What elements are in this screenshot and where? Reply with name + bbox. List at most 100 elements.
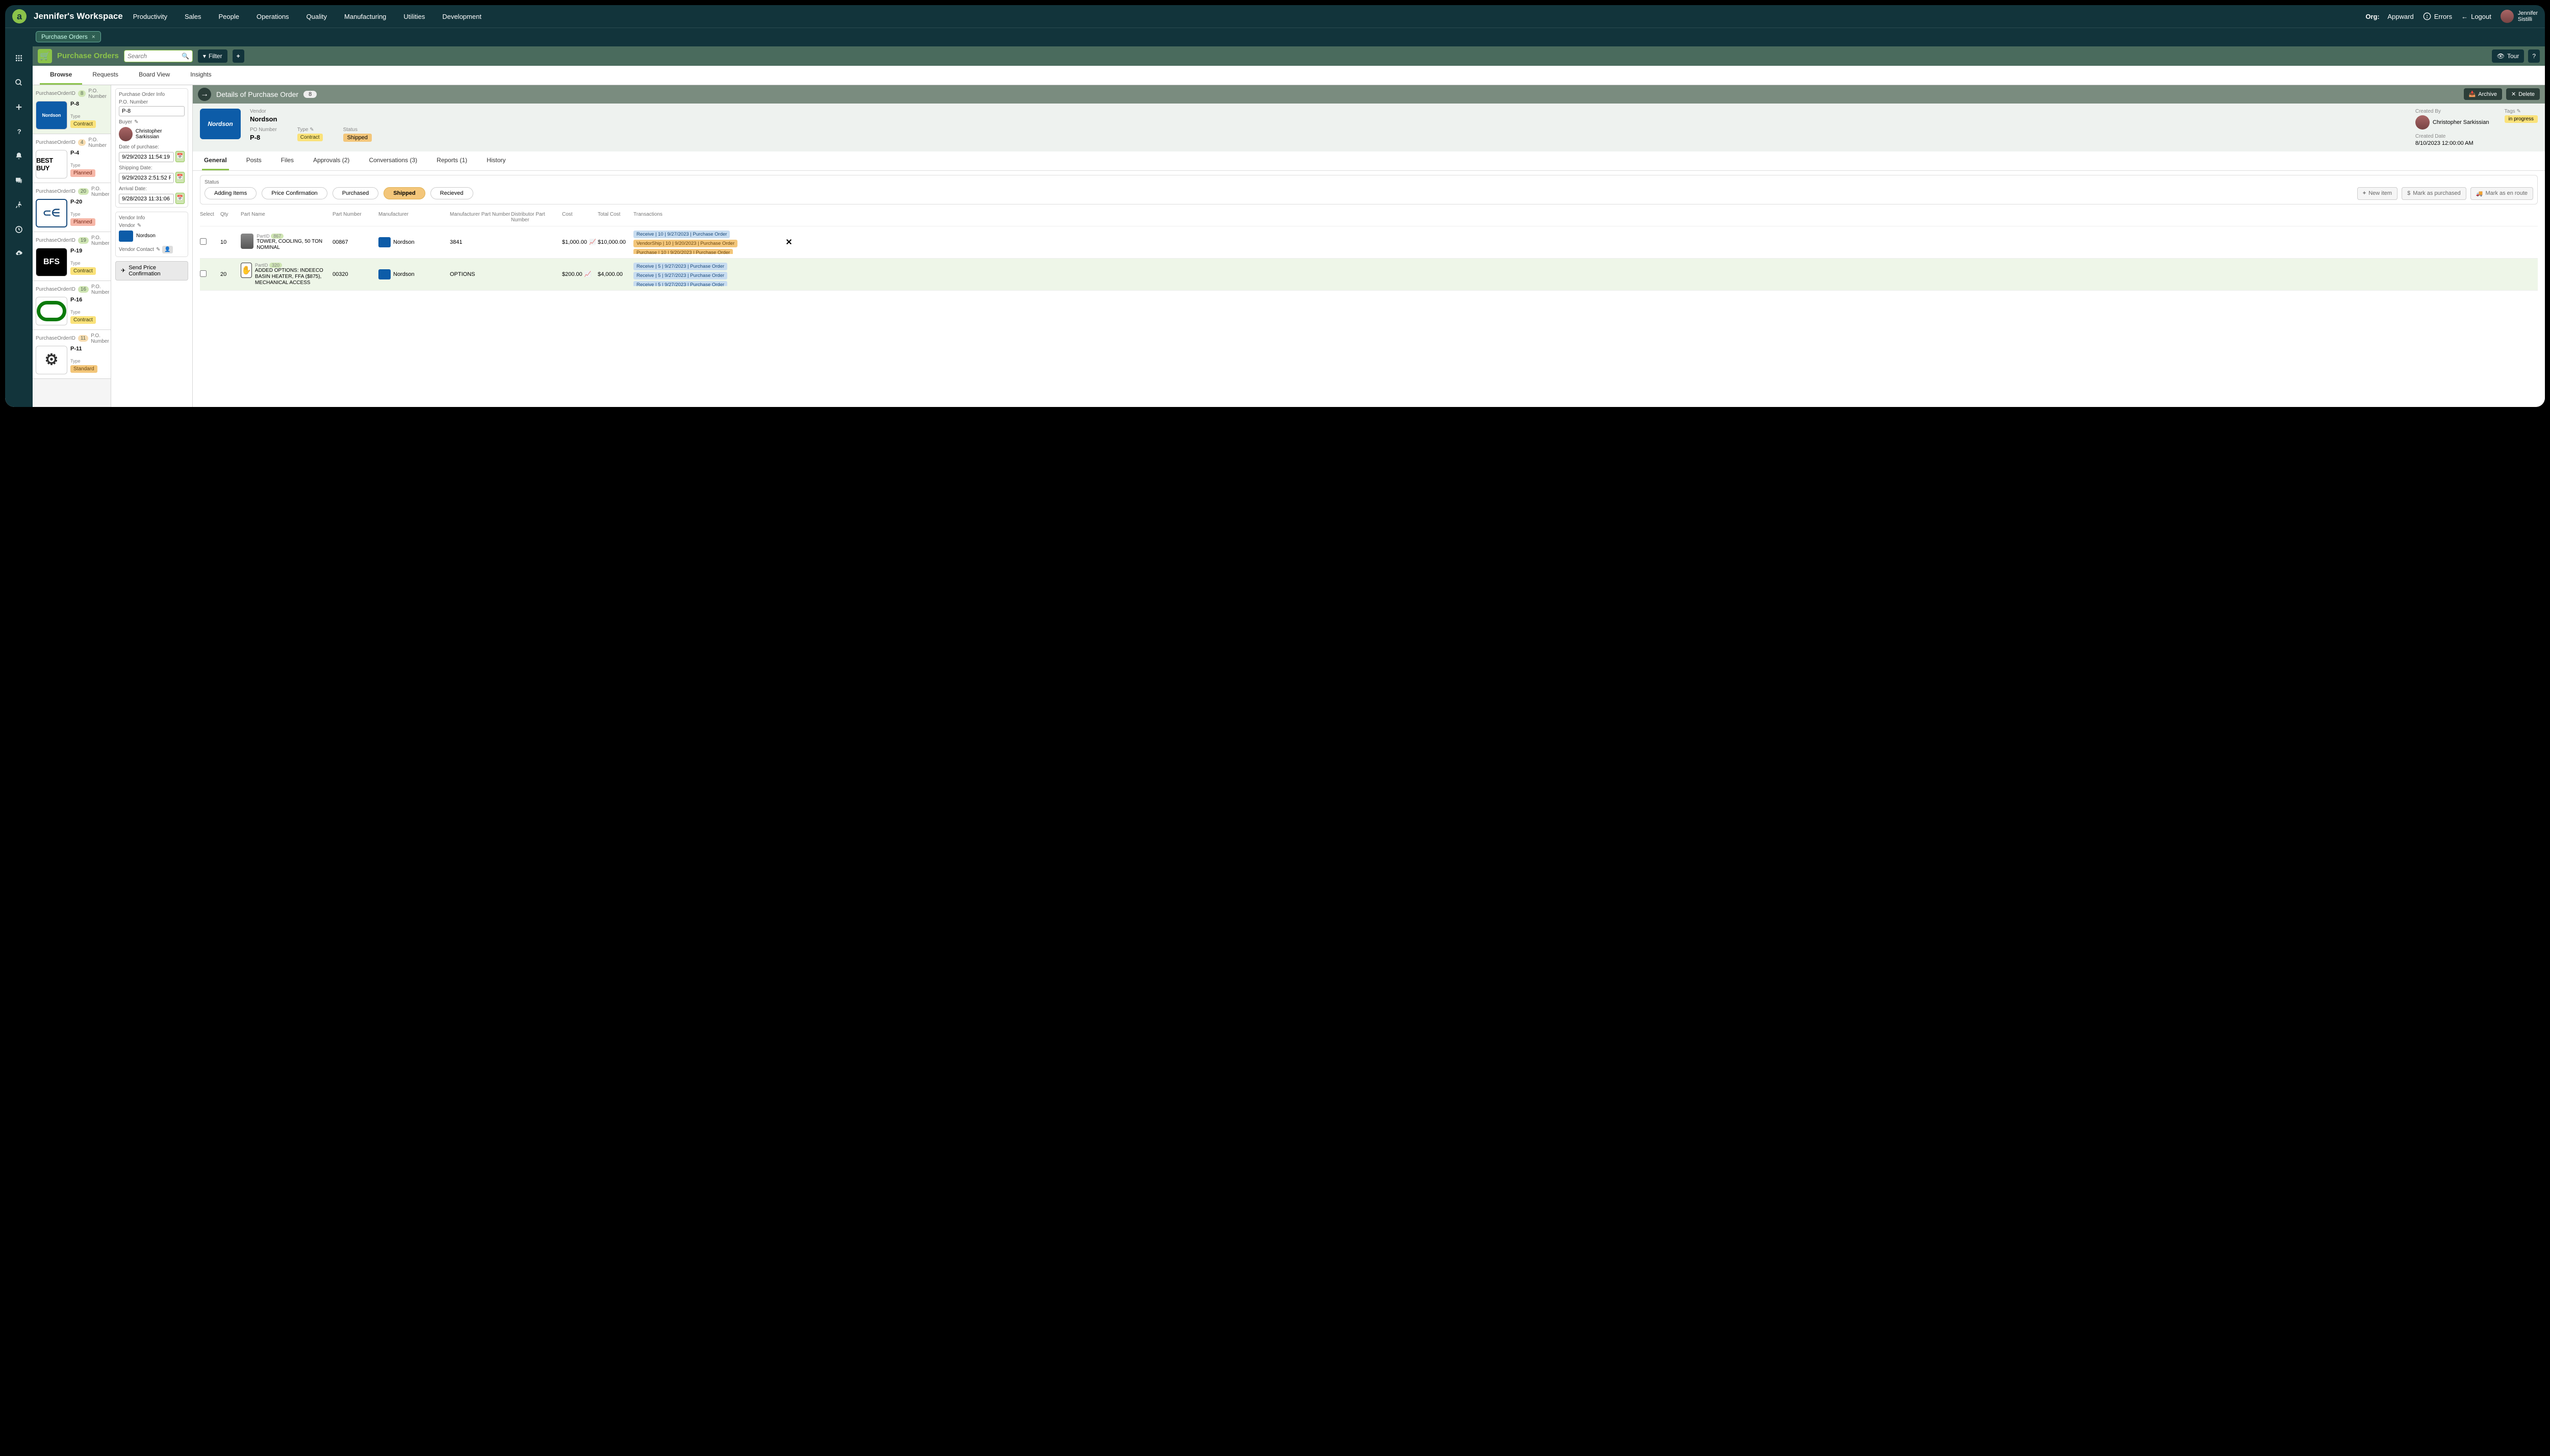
nav-manufacturing[interactable]: Manufacturing <box>344 13 386 20</box>
errors-link[interactable]: Errors <box>2423 12 2452 20</box>
buyer-avatar <box>119 127 133 141</box>
back-arrow-icon: ← <box>2461 13 2468 20</box>
filter-button[interactable]: ▾Filter <box>198 49 227 63</box>
edit-icon[interactable]: ✎ <box>137 223 141 228</box>
mark-purchased-button[interactable]: $ Mark as purchased <box>2402 187 2466 200</box>
po-list[interactable]: PurchaseOrderID8P.O. Number Nordson P-8T… <box>33 85 111 407</box>
po-card[interactable]: PurchaseOrderID8P.O. Number Nordson P-8T… <box>33 85 111 134</box>
search-box[interactable]: 🔍 <box>124 50 193 62</box>
open-tab-purchase-orders[interactable]: Purchase Orders × <box>36 31 101 42</box>
tour-button[interactable]: 👁Tour <box>2492 49 2524 63</box>
edit-icon[interactable]: ✎ <box>134 119 138 125</box>
archive-label: Archive <box>2478 91 2497 97</box>
calendar-icon[interactable]: 📅 <box>175 151 185 162</box>
search-icon[interactable] <box>13 77 24 88</box>
vendor-thumb: ⊂∈ <box>36 199 67 227</box>
select-checkbox[interactable] <box>200 270 207 277</box>
cart-icon[interactable]: 🛒 <box>38 49 52 63</box>
cost-cell: $200.00 📈 <box>562 271 598 277</box>
logout-link[interactable]: ←Logout <box>2461 13 2491 20</box>
view-tab-browse[interactable]: Browse <box>40 66 82 85</box>
search-go-icon[interactable]: 🔍 <box>182 53 189 60</box>
created-by-name: Christopher Sarkissian <box>2433 119 2489 125</box>
collapse-icon[interactable]: → <box>198 88 211 101</box>
status-pill[interactable]: Price Confirmation <box>262 187 327 199</box>
tx-pill[interactable]: Receive | 5 | 9/27/2023 | Purchase Order <box>633 281 727 286</box>
delete-button[interactable]: ✕Delete <box>2506 88 2540 100</box>
status-pill[interactable]: Recieved <box>430 187 473 199</box>
view-tab-board-view[interactable]: Board View <box>129 66 180 85</box>
apps-icon[interactable] <box>13 53 24 64</box>
close-tab-icon[interactable]: × <box>92 33 95 40</box>
chat-icon[interactable] <box>13 175 24 186</box>
nav-utilities[interactable]: Utilities <box>403 13 425 20</box>
arr-input[interactable] <box>119 194 174 204</box>
edit-icon[interactable]: ✎ <box>2516 109 2520 114</box>
created-date-label: Created Date <box>2415 134 2489 139</box>
run-icon[interactable] <box>13 199 24 211</box>
new-item-button[interactable]: + New item <box>2357 187 2398 200</box>
nav-development[interactable]: Development <box>442 13 481 20</box>
nav-operations[interactable]: Operations <box>257 13 289 20</box>
po-card[interactable]: PurchaseOrderID4P.O. Number BEST BUY P-4… <box>33 134 111 183</box>
detail-tab[interactable]: Files <box>279 151 296 170</box>
help-icon[interactable]: ? <box>13 126 24 137</box>
nav-people[interactable]: People <box>218 13 239 20</box>
vendor-thumb: BFS <box>36 248 67 276</box>
nav-quality[interactable]: Quality <box>307 13 327 20</box>
po-card[interactable]: PurchaseOrderID19P.O. Number BFS P-19Typ… <box>33 232 111 281</box>
dop-input[interactable] <box>119 152 174 162</box>
chart-icon[interactable]: 📈 <box>584 271 592 277</box>
detail-tab[interactable]: General <box>202 151 229 170</box>
table-row[interactable]: 20 ✋PartID 320ADDED OPTIONS: INDEECO BAS… <box>200 259 2538 291</box>
detail-tab[interactable]: Conversations (3) <box>367 151 419 170</box>
user-menu[interactable]: JenniferSistilli <box>2501 10 2538 23</box>
tx-pill[interactable]: Receive | 10 | 9/27/2023 | Purchase Orde… <box>633 231 730 238</box>
mark-enroute-button[interactable]: 🚚 Mark as en route <box>2470 187 2533 200</box>
ship-input[interactable] <box>119 173 174 183</box>
po-card[interactable]: PurchaseOrderID11P.O. Number ⚙ P-11TypeS… <box>33 330 111 379</box>
bell-icon[interactable] <box>13 150 24 162</box>
send-price-confirmation-button[interactable]: ✈Send Price Confirmation <box>115 261 188 280</box>
detail-tab[interactable]: History <box>484 151 507 170</box>
remove-row-icon[interactable]: ✕ <box>781 237 797 247</box>
calendar-icon[interactable]: 📅 <box>175 172 185 183</box>
po-card[interactable]: PurchaseOrderID16P.O. Number P-16TypeCon… <box>33 281 111 330</box>
clock-icon[interactable] <box>13 224 24 235</box>
edit-icon[interactable]: ✎ <box>156 247 160 252</box>
add-button[interactable]: + <box>233 49 244 63</box>
detail-tab[interactable]: Reports (1) <box>435 151 469 170</box>
view-tab-insights[interactable]: Insights <box>180 66 221 85</box>
status-pill[interactable]: Purchased <box>333 187 379 199</box>
col-head: Distributor Part Number <box>511 212 562 223</box>
tx-pill[interactable]: Receive | 5 | 9/27/2023 | Purchase Order <box>633 263 727 270</box>
calendar-icon[interactable]: 📅 <box>175 193 185 204</box>
tx-pill[interactable]: VendorShip | 10 | 9/20/2023 | Purchase O… <box>633 240 737 247</box>
tx-pill[interactable]: Purchase | 10 | 9/20/2023 | Purchase Ord… <box>633 249 733 254</box>
search-input[interactable] <box>128 53 182 60</box>
tab-label: Purchase Orders <box>41 33 88 40</box>
po-card[interactable]: PurchaseOrderID20P.O. Number ⊂∈ P-20Type… <box>33 183 111 232</box>
status-pill[interactable]: Adding Items <box>205 187 257 199</box>
edit-icon[interactable]: ✎ <box>310 127 314 133</box>
chart-icon[interactable]: 📈 <box>589 239 596 245</box>
detail-tab[interactable]: Approvals (2) <box>311 151 351 170</box>
cloud-upload-icon[interactable] <box>13 248 24 260</box>
org-name[interactable]: Appward <box>2387 13 2413 20</box>
tags-label: Tags ✎ <box>2505 109 2538 114</box>
nav-productivity[interactable]: Productivity <box>133 13 167 20</box>
person-icon[interactable]: 👤 <box>162 246 172 253</box>
po-num-input[interactable] <box>119 106 185 116</box>
detail-tab[interactable]: Posts <box>244 151 264 170</box>
tx-pill[interactable]: Receive | 5 | 9/27/2023 | Purchase Order <box>633 272 727 279</box>
nav-sales[interactable]: Sales <box>185 13 201 20</box>
table-row[interactable]: 10 PartID 867TOWER, COOLING, 50 TON NOMI… <box>200 226 2538 259</box>
detail-title: Details of Purchase Order <box>216 90 298 98</box>
add-icon[interactable] <box>13 101 24 113</box>
archive-button[interactable]: 📥Archive <box>2464 88 2502 100</box>
app-logo[interactable]: a <box>12 9 27 23</box>
toolbar-help-button[interactable]: ? <box>2528 49 2540 63</box>
status-pill[interactable]: Shipped <box>384 187 425 199</box>
view-tab-requests[interactable]: Requests <box>82 66 129 85</box>
select-checkbox[interactable] <box>200 238 207 245</box>
